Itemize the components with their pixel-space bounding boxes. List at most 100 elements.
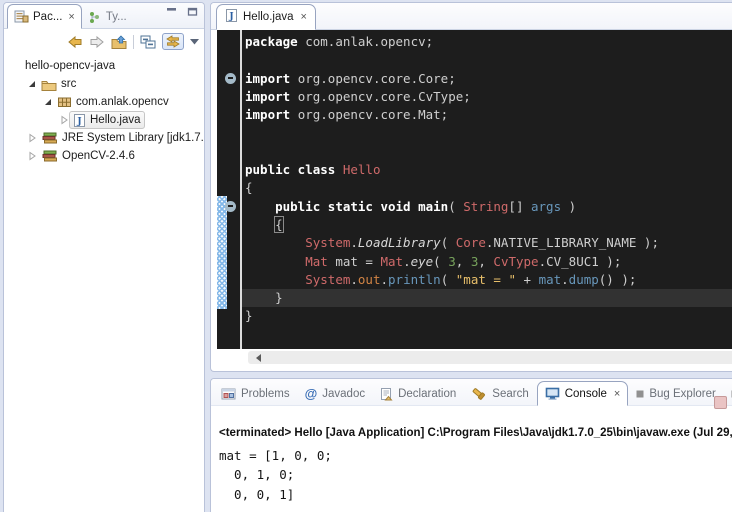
scroll-left-icon[interactable] — [252, 354, 261, 362]
fold-collapse-icon[interactable] — [225, 201, 236, 212]
code-line-16: } — [245, 307, 732, 325]
code-text[interactable]: package com.anlak.opencv; import org.open… — [242, 30, 732, 349]
code-line-8: public class Hello — [245, 161, 732, 179]
range-indicator — [217, 196, 227, 310]
code-line-13: Mat mat = Mat.eye( 3, 3, CvType.CV_8UC1 … — [245, 253, 732, 271]
tree-item-body[interactable]: src — [37, 75, 80, 93]
caret-collapsed-icon[interactable] — [26, 151, 37, 161]
tab-label: Declaration — [398, 388, 456, 400]
svg-text:J: J — [76, 117, 81, 127]
close-icon[interactable]: × — [614, 389, 620, 399]
terminate-button[interactable] — [714, 396, 727, 409]
source-folder-icon — [41, 78, 57, 91]
code-line-6 — [245, 124, 732, 142]
back-button[interactable] — [67, 35, 83, 49]
search-icon — [471, 387, 487, 401]
tree-item-body[interactable]: JHello.java — [69, 111, 145, 129]
package-explorer-icon — [14, 10, 29, 23]
caret-collapsed-icon[interactable] — [26, 133, 37, 143]
code-line-7 — [245, 143, 732, 161]
code-line-4: import org.opencv.core.CvType; — [245, 88, 732, 106]
caret-expanded-icon[interactable] — [42, 97, 53, 107]
minimize-button[interactable] — [166, 7, 177, 16]
left-panel-tabbar: Pac... × Ty... — [4, 3, 204, 29]
console-output: mat = [1, 0, 0; 0, 1, 0; 0, 0, 1] — [219, 446, 332, 504]
tab-declaration[interactable]: Declaration — [373, 382, 463, 405]
tab-pac[interactable]: Pac... × — [7, 4, 82, 29]
forward-icon — [89, 35, 105, 49]
back-icon — [67, 35, 83, 49]
square-icon — [636, 390, 644, 398]
fold-collapse-icon[interactable] — [225, 73, 236, 84]
tab-label: Javadoc — [322, 388, 365, 400]
tree-item-opencv-2-4-6[interactable]: OpenCV-2.4.6 — [4, 147, 204, 165]
tree-item-com-anlak-opencv[interactable]: com.anlak.opencv — [4, 93, 204, 111]
declaration-icon — [380, 387, 393, 401]
tree-item-label: src — [61, 78, 76, 90]
tree-item-body[interactable]: JRE System Library [jdk1.7.0_25] — [37, 129, 205, 147]
link-editor-button[interactable] — [162, 33, 184, 50]
package-icon — [57, 96, 72, 108]
code-line-1: package com.anlak.opencv; — [245, 33, 732, 51]
code-line-5: import org.opencv.core.Mat; — [245, 106, 732, 124]
collapse-all-button[interactable] — [140, 35, 156, 49]
tab-label: Search — [492, 388, 528, 400]
tree-item-label: com.anlak.opencv — [76, 96, 169, 108]
tree-item-src[interactable]: src — [4, 75, 204, 93]
tree-item-hello-java[interactable]: JHello.java — [4, 111, 204, 129]
code-line-9: { — [245, 179, 732, 197]
code-line-14: System.out.println( "mat = " + mat.dump(… — [245, 271, 732, 289]
code-line-15: } — [245, 289, 732, 307]
close-icon[interactable]: × — [301, 12, 307, 22]
package-explorer-panel: Pac... × Ty... hello-opencv-java srccom.anl… — [3, 2, 205, 512]
package-explorer-toolbar — [4, 29, 204, 54]
close-icon[interactable]: × — [68, 12, 74, 22]
library-icon — [41, 132, 58, 145]
view-menu-icon — [190, 39, 199, 45]
tree-item-label: OpenCV-2.4.6 — [62, 150, 135, 162]
tab-console[interactable]: Console × — [537, 381, 629, 406]
editor-tabbar: J Hello.java × — [211, 3, 732, 30]
editor-area: J Hello.java × package com.anlak.opencv;… — [210, 2, 732, 372]
horizontal-scrollbar[interactable] — [248, 351, 732, 364]
editor-tab-label: Hello.java — [243, 11, 294, 23]
editor-tab-hello-java[interactable]: J Hello.java × — [216, 4, 316, 30]
forward-button[interactable] — [89, 35, 105, 49]
maximize-button[interactable] — [187, 7, 198, 16]
toolbar-separator — [133, 35, 134, 49]
up-button[interactable] — [111, 35, 127, 49]
tree-item-jre-system-library-jdk1-7-0-25[interactable]: JRE System Library [jdk1.7.0_25] — [4, 129, 204, 147]
code-line-2 — [245, 51, 732, 69]
up-icon — [111, 35, 127, 49]
tree-item-hello-opencv-java[interactable]: hello-opencv-java — [4, 57, 204, 75]
library-icon — [41, 150, 58, 163]
link-editor-icon — [165, 35, 181, 48]
javadoc-icon: @ — [305, 388, 318, 400]
code-line-10: public static void main( String[] args ) — [245, 198, 732, 216]
code-editor[interactable]: package com.anlak.opencv; import org.open… — [217, 30, 732, 349]
tree-item-body[interactable]: com.anlak.opencv — [53, 93, 173, 111]
tree-item-body[interactable]: hello-opencv-java — [21, 57, 119, 75]
tab-label: Ty... — [106, 11, 127, 23]
view-window-buttons — [166, 7, 198, 16]
caret-expanded-icon[interactable] — [26, 79, 37, 89]
type-hierarchy-icon — [88, 11, 102, 24]
java-file-icon: J — [225, 8, 238, 26]
tab-javadoc[interactable]: @ Javadoc — [298, 382, 373, 405]
tab-ty[interactable]: Ty... — [82, 6, 133, 28]
bottom-view-panel: Problems @ Javadoc Declaration Search Console… — [210, 378, 732, 512]
tab-label: Problems — [241, 388, 290, 400]
tab-search[interactable]: Search — [464, 382, 535, 405]
tab-label: Console — [565, 388, 607, 400]
code-line-12: System.LoadLibrary( Core.NATIVE_LIBRARY_… — [245, 234, 732, 252]
code-line-3: import org.opencv.core.Core; — [245, 70, 732, 88]
tree-item-label: JRE System Library [jdk1.7.0_25] — [62, 132, 205, 144]
tab-bug-explorer[interactable]: Bug Explorer — [629, 382, 722, 405]
caret-collapsed-icon[interactable] — [58, 115, 69, 125]
tab-label: Pac... — [33, 11, 62, 23]
svg-text:J: J — [228, 12, 233, 22]
tab-problems[interactable]: Problems — [214, 382, 297, 405]
tab-label: Bug Explorer — [649, 388, 715, 400]
tree-item-body[interactable]: OpenCV-2.4.6 — [37, 147, 139, 165]
view-menu-button[interactable] — [190, 39, 199, 45]
